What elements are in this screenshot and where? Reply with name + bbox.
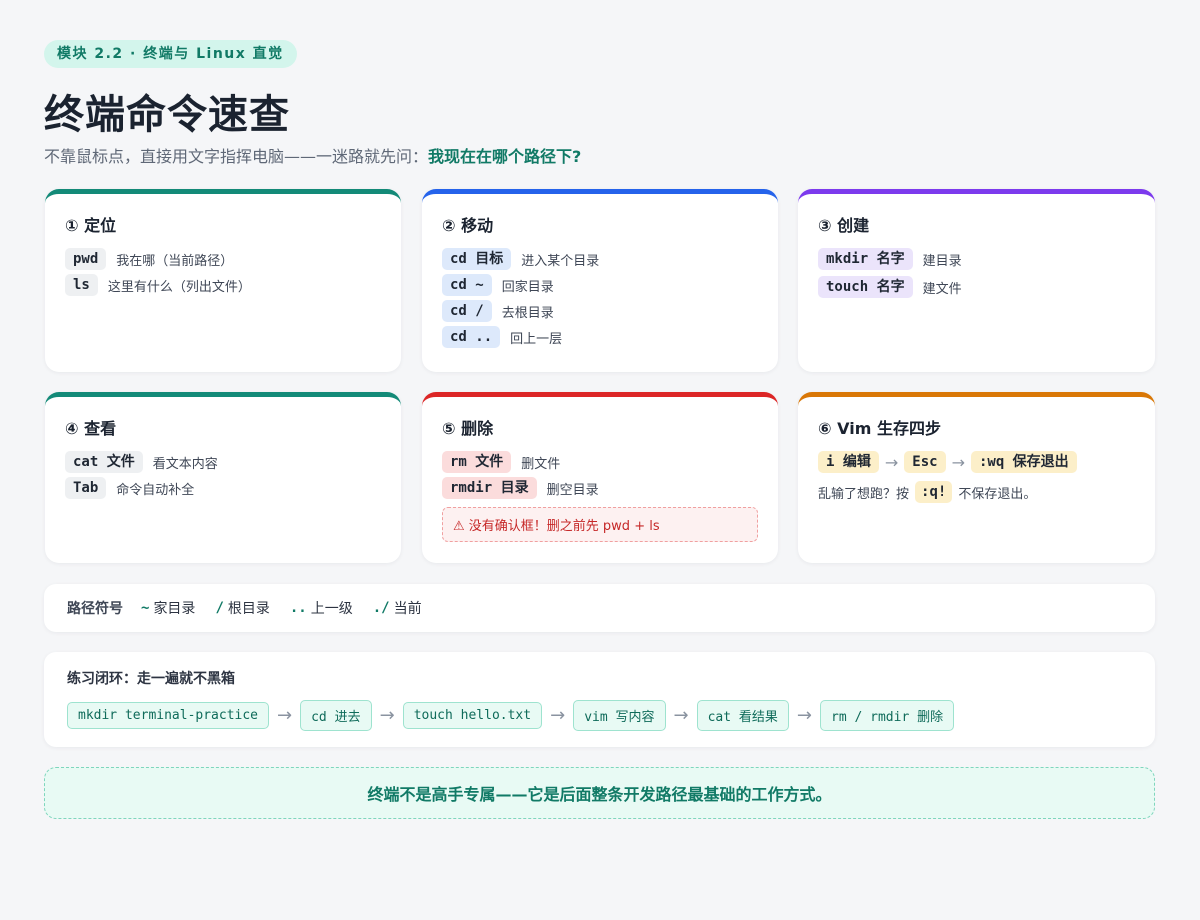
command-row: cd 目标 进入某个目录 bbox=[442, 248, 758, 270]
arrow-icon: → bbox=[796, 705, 812, 726]
practice-step: cd 进去 bbox=[300, 700, 372, 731]
path-symbol: ~ bbox=[141, 600, 150, 616]
command-desc: 删文件 bbox=[521, 456, 561, 472]
practice-label: 练习闭环：走一遍就不黑箱 bbox=[67, 671, 235, 687]
command-row: rmdir 目录 删空目录 bbox=[442, 477, 758, 499]
command-code: cat 文件 bbox=[65, 451, 143, 473]
card-delete: ⑤ 删除 rm 文件 删文件 rmdir 目录 删空目录 ⚠ 没有确认框！删之前… bbox=[422, 392, 778, 563]
command-desc: 我在哪（当前路径） bbox=[116, 253, 234, 269]
card-title: ① 定位 bbox=[65, 216, 117, 235]
command-code: rm 文件 bbox=[442, 451, 512, 473]
command-row: cd ~ 回家目录 bbox=[442, 274, 758, 296]
card-title: ③ 创建 bbox=[818, 216, 870, 235]
path-symbol-desc: 当前 bbox=[393, 601, 422, 617]
card-title: ④ 查看 bbox=[65, 419, 117, 438]
command-desc: 回上一层 bbox=[510, 331, 563, 347]
command-desc: 看文本内容 bbox=[152, 456, 218, 472]
arrow-icon: → bbox=[550, 705, 566, 726]
command-row: mkdir 名字 建目录 bbox=[818, 248, 1135, 270]
arrow-icon: → bbox=[884, 452, 899, 472]
path-symbol: ./ bbox=[372, 600, 390, 616]
vim-key: Esc bbox=[904, 451, 946, 473]
command-row: touch 名字 建文件 bbox=[818, 276, 1135, 298]
arrow-icon: → bbox=[277, 705, 293, 726]
command-desc: 建目录 bbox=[922, 253, 962, 269]
command-code: ls bbox=[65, 274, 98, 296]
card-move: ② 移动 cd 目标 进入某个目录 cd ~ 回家目录 cd / 去根目录 cd… bbox=[422, 189, 778, 372]
vim-quit-key: :q! bbox=[915, 481, 953, 503]
card-vim: ⑥ Vim 生存四步 i 编辑 → Esc → :wq 保存退出 乱输了想跑？按… bbox=[798, 392, 1155, 563]
footer-callout: 终端不是高手专属——它是后面整条开发路径最基础的工作方式。 bbox=[44, 767, 1155, 819]
command-code: cd .. bbox=[442, 326, 501, 348]
path-symbol: / bbox=[215, 600, 224, 616]
card-title: ⑤ 删除 bbox=[442, 419, 494, 438]
practice-loop: 练习闭环：走一遍就不黑箱 mkdir terminal-practice → c… bbox=[44, 652, 1155, 747]
delete-warning: ⚠ 没有确认框！删之前先 pwd + ls bbox=[442, 507, 758, 542]
practice-step: touch hello.txt bbox=[402, 702, 543, 729]
practice-steps: mkdir terminal-practice → cd 进去 → touch … bbox=[67, 700, 1132, 731]
command-code: pwd bbox=[65, 248, 107, 270]
command-code: Tab bbox=[65, 477, 107, 499]
practice-step: mkdir terminal-practice bbox=[67, 702, 270, 729]
command-code: cd ~ bbox=[442, 274, 492, 296]
path-symbol-desc: 上一级 bbox=[310, 601, 353, 617]
subtitle-highlight: 我现在在哪个路径下? bbox=[428, 147, 582, 166]
practice-step: cat 看结果 bbox=[696, 700, 789, 731]
command-desc: 这里有什么（列出文件） bbox=[107, 279, 251, 295]
command-row: rm 文件 删文件 bbox=[442, 451, 758, 473]
command-code: mkdir 名字 bbox=[818, 248, 913, 270]
vim-key: :wq 保存退出 bbox=[970, 451, 1077, 473]
vim-note-suffix: 不保存退出。 bbox=[958, 486, 1037, 502]
module-badge: 模块 2.2 · 终端与 Linux 直觉 bbox=[44, 40, 297, 68]
arrow-icon: → bbox=[379, 705, 395, 726]
command-desc: 进入某个目录 bbox=[521, 253, 600, 269]
command-code: rmdir 目录 bbox=[442, 477, 537, 499]
command-code: cd / bbox=[442, 300, 492, 322]
path-symbols-label: 路径符号 bbox=[67, 601, 123, 617]
card-title: ② 移动 bbox=[442, 216, 494, 235]
vim-note-prefix: 乱输了想跑？按 bbox=[818, 486, 910, 502]
page-subtitle: 不靠鼠标点，直接用文字指挥电脑——一迷路就先问：我现在在哪个路径下? bbox=[44, 143, 581, 167]
command-code: cd 目标 bbox=[442, 248, 512, 270]
vim-key: i 编辑 bbox=[818, 451, 879, 473]
page-title: 终端命令速查 bbox=[44, 92, 290, 138]
command-code: touch 名字 bbox=[818, 276, 913, 298]
command-desc: 建文件 bbox=[922, 281, 962, 297]
practice-step: rm / rmdir 删除 bbox=[820, 700, 955, 731]
arrow-icon: → bbox=[951, 452, 965, 472]
vim-note: 乱输了想跑？按 :q! 不保存退出。 bbox=[818, 481, 1135, 503]
command-desc: 命令自动补全 bbox=[116, 482, 195, 498]
path-symbol: .. bbox=[289, 600, 307, 616]
arrow-icon: → bbox=[673, 705, 689, 726]
command-row: Tab 命令自动补全 bbox=[65, 477, 381, 499]
path-symbol-desc: 根目录 bbox=[227, 601, 270, 617]
practice-step: vim 写内容 bbox=[573, 700, 666, 731]
card-locate: ① 定位 pwd 我在哪（当前路径） ls 这里有什么（列出文件） bbox=[45, 189, 401, 372]
command-desc: 回家目录 bbox=[501, 279, 554, 295]
path-symbols-bar: 路径符号 ~ 家目录 / 根目录 .. 上一级 ./ 当前 bbox=[44, 584, 1155, 632]
card-create: ③ 创建 mkdir 名字 建目录 touch 名字 建文件 bbox=[798, 189, 1155, 372]
vim-keys-row: i 编辑 → Esc → :wq 保存退出 bbox=[818, 451, 1135, 473]
card-view: ④ 查看 cat 文件 看文本内容 Tab 命令自动补全 bbox=[45, 392, 401, 563]
command-row: cd / 去根目录 bbox=[442, 300, 758, 322]
command-row: ls 这里有什么（列出文件） bbox=[65, 274, 381, 296]
command-row: cat 文件 看文本内容 bbox=[65, 451, 381, 473]
card-title: ⑥ Vim 生存四步 bbox=[818, 419, 941, 438]
command-row: pwd 我在哪（当前路径） bbox=[65, 248, 381, 270]
command-desc: 去根目录 bbox=[501, 305, 554, 321]
command-row: cd .. 回上一层 bbox=[442, 326, 758, 348]
path-symbol-desc: 家目录 bbox=[153, 601, 196, 617]
command-desc: 删空目录 bbox=[546, 482, 599, 498]
subtitle-text: 不靠鼠标点，直接用文字指挥电脑——一迷路就先问： bbox=[44, 147, 429, 166]
